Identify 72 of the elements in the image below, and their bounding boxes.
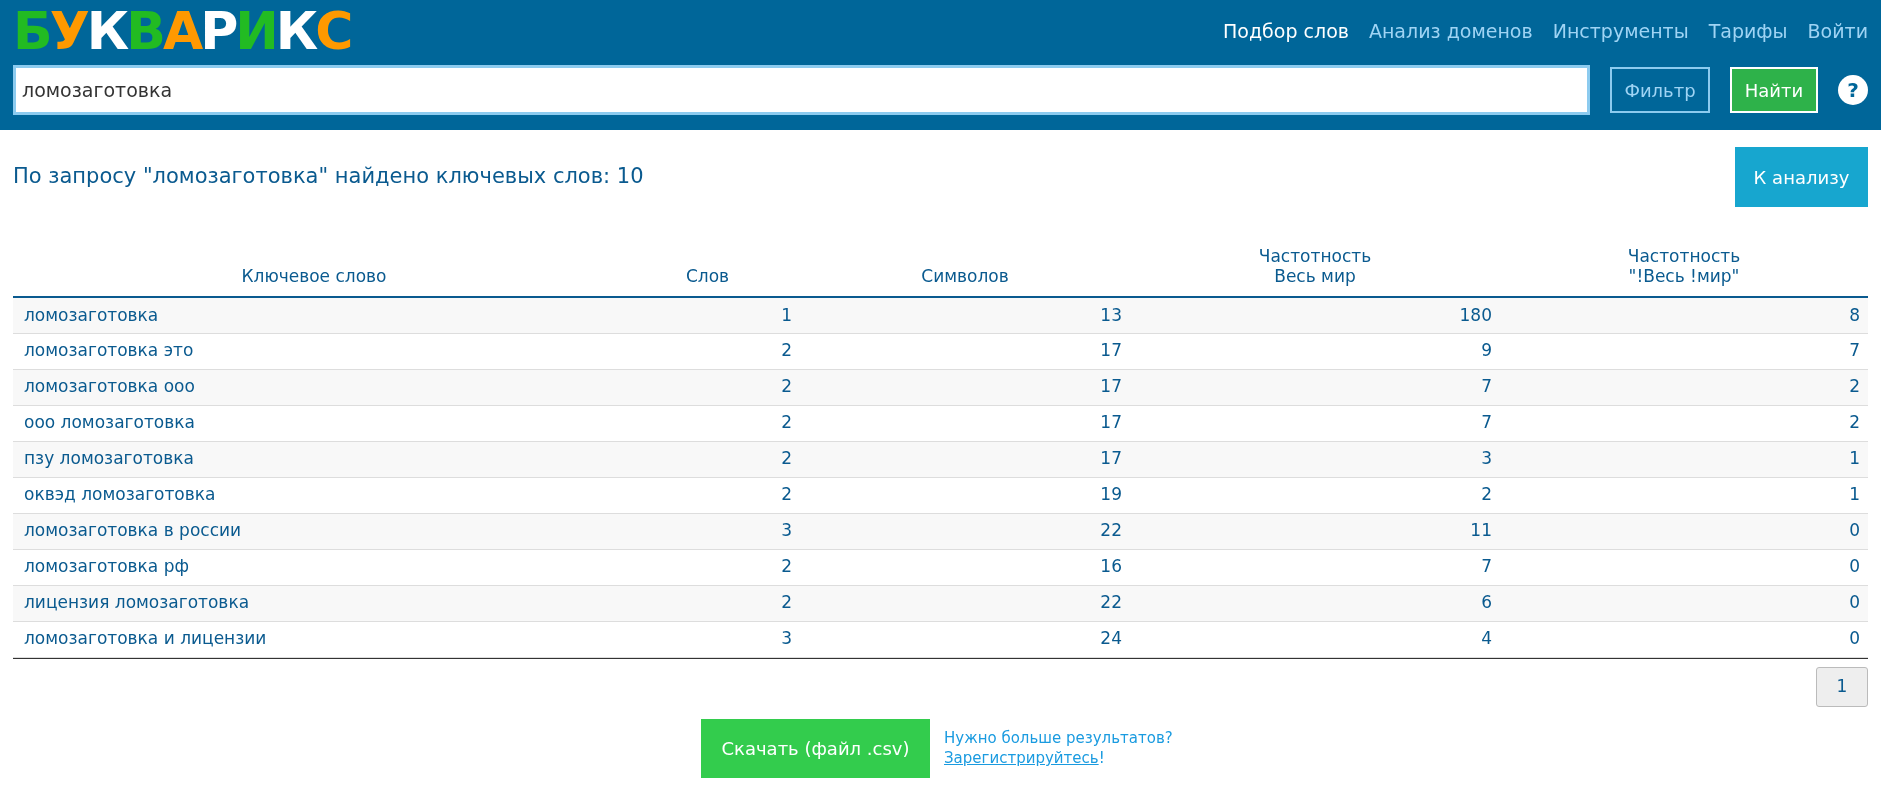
number-cell: 3 [615, 621, 800, 657]
column-header: Ключевое слово [13, 227, 615, 297]
nav-link[interactable]: Тарифы [1708, 16, 1788, 46]
number-cell: 7 [1130, 549, 1500, 585]
keyword-cell: ломозаготовка в россии [13, 513, 615, 549]
number-cell: 2 [615, 441, 800, 477]
number-cell: 13 [800, 297, 1130, 333]
results-heading: По запросу "ломозаготовка" найдено ключевых слов: 10 [13, 163, 644, 191]
number-cell: 7 [1130, 405, 1500, 441]
more-results-text: Нужно больше результатов? [944, 728, 1173, 748]
keyword-cell: ооо ломозаготовка [13, 405, 615, 441]
keyword-cell: ломозаготовка это [13, 333, 615, 369]
number-cell: 1 [1500, 477, 1868, 513]
nav-link[interactable]: Инструменты [1552, 16, 1689, 46]
number-cell: 22 [800, 585, 1130, 621]
number-cell: 11 [1130, 513, 1500, 549]
column-header: Символов [800, 227, 1130, 297]
search-button[interactable]: Найти [1730, 67, 1818, 113]
number-cell: 24 [800, 621, 1130, 657]
number-cell: 3 [1130, 441, 1500, 477]
number-cell: 17 [800, 333, 1130, 369]
filter-button[interactable]: Фильтр [1610, 67, 1710, 113]
help-button[interactable]: ? [1838, 75, 1868, 105]
keyword-cell: ломозаготовка рф [13, 549, 615, 585]
search-field[interactable]: ломозаготовка [13, 65, 1590, 115]
number-cell: 180 [1130, 297, 1500, 333]
number-cell: 8 [1500, 297, 1868, 333]
analyze-button[interactable]: К анализу [1735, 147, 1868, 207]
keyword-cell: оквэд ломозаготовка [13, 477, 615, 513]
number-cell: 6 [1130, 585, 1500, 621]
number-cell: 2 [615, 369, 800, 405]
column-header: Частотность Весь мир [1130, 227, 1500, 297]
column-header: Слов [615, 227, 800, 297]
number-cell: 9 [1130, 333, 1500, 369]
number-cell: 2 [615, 333, 800, 369]
number-cell: 19 [800, 477, 1130, 513]
number-cell: 2 [615, 585, 800, 621]
keyword-cell: ломозаготовка ооо [13, 369, 615, 405]
number-cell: 2 [615, 477, 800, 513]
keyword-cell: ломозаготовка и лицензии [13, 621, 615, 657]
number-cell: 17 [800, 369, 1130, 405]
exclamation-text: ! [1098, 748, 1105, 768]
nav-link[interactable]: Анализ доменов [1368, 16, 1533, 46]
number-cell: 1 [615, 297, 800, 333]
number-cell: 17 [800, 405, 1130, 441]
number-cell: 0 [1500, 549, 1868, 585]
number-cell: 1 [1500, 441, 1868, 477]
keyword-cell: ломозаготовка [13, 297, 615, 333]
register-link[interactable]: Зарегистрируйтесь [944, 748, 1099, 768]
nav-link[interactable]: Подбор слов [1223, 16, 1349, 46]
nav-link[interactable]: Войти [1807, 16, 1868, 46]
number-cell: 7 [1500, 333, 1868, 369]
page-button[interactable]: 1 [1816, 666, 1868, 707]
number-cell: 3 [615, 513, 800, 549]
column-header: Частотность "!Весь !мир" [1500, 227, 1868, 297]
keyword-cell: лицензия ломозаготовка [13, 585, 615, 621]
number-cell: 7 [1130, 369, 1500, 405]
number-cell: 2 [615, 549, 800, 585]
number-cell: 2 [1500, 369, 1868, 405]
number-cell: 0 [1500, 513, 1868, 549]
download-button[interactable]: Скачать (файл .csv) [701, 718, 930, 778]
number-cell: 2 [1500, 405, 1868, 441]
logo[interactable]: БУКВАРИКС [13, 5, 351, 57]
number-cell: 16 [800, 549, 1130, 585]
keyword-cell: пзу ломозаготовка [13, 441, 615, 477]
number-cell: 22 [800, 513, 1130, 549]
number-cell: 2 [1130, 477, 1500, 513]
number-cell: 0 [1500, 621, 1868, 657]
number-cell: 17 [800, 441, 1130, 477]
number-cell: 4 [1130, 621, 1500, 657]
number-cell: 2 [615, 405, 800, 441]
number-cell: 0 [1500, 585, 1868, 621]
